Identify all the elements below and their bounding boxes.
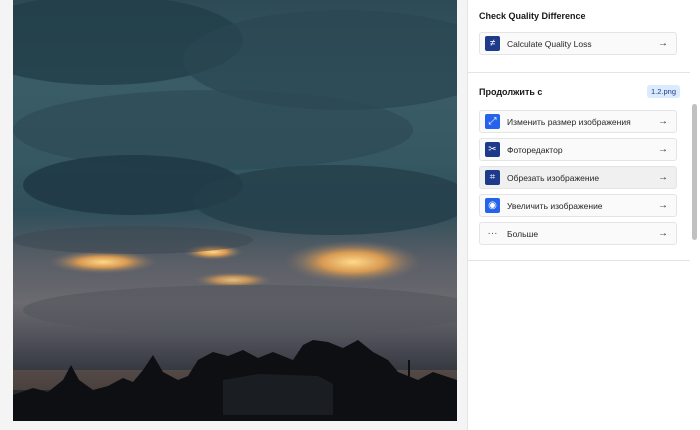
calculate-quality-loss-button[interactable]: ≠ Calculate Quality Loss → (479, 32, 677, 55)
sunset-sky-photo (13, 0, 457, 421)
action-label: Изменить размер изображения (507, 116, 631, 127)
app-window: Check Quality Difference ≠ Calculate Qua… (0, 0, 700, 430)
tools-panel: Check Quality Difference ≠ Calculate Qua… (467, 0, 691, 430)
resize-icon: ⤢ (485, 114, 500, 129)
quality-section: Check Quality Difference ≠ Calculate Qua… (468, 0, 691, 73)
quality-section-title: Check Quality Difference (479, 11, 586, 21)
crop-icon: ⌗ (485, 170, 500, 185)
action-label: Обрезать изображение (507, 172, 600, 183)
arrow-right-icon: → (658, 172, 668, 183)
continue-section-title: Продолжить с (479, 86, 543, 97)
image-preview[interactable] (13, 0, 457, 421)
action-label: Увеличить изображение (507, 200, 603, 211)
crop-image-button[interactable]: ⌗ Обрезать изображение → (479, 166, 677, 189)
upscale-image-button[interactable]: ◉ Увеличить изображение → (479, 194, 677, 217)
arrow-right-icon: → (658, 200, 668, 211)
action-label: Больше (507, 228, 539, 239)
resize-image-button[interactable]: ⤢ Изменить размер изображения → (479, 110, 677, 133)
arrow-right-icon: → (658, 228, 668, 239)
action-label: Фоторедактор (507, 144, 563, 155)
more-icon: ··· (487, 228, 498, 239)
image-viewer (0, 0, 466, 430)
photo-editor-icon: ✂ (485, 142, 500, 157)
continue-section: Продолжить с 1.2.png ⤢ Изменить размер и… (468, 73, 691, 261)
arrow-right-icon: → (658, 116, 668, 127)
more-button[interactable]: ··· Больше → (479, 222, 677, 245)
arrow-right-icon: → (658, 38, 668, 49)
scrollbar-thumb[interactable] (692, 104, 697, 240)
not-equal-icon: ≠ (485, 36, 500, 51)
arrow-right-icon: → (658, 144, 668, 155)
eye-icon: ◉ (485, 198, 500, 213)
photo-editor-button[interactable]: ✂ Фоторедактор → (479, 138, 677, 161)
action-label: Calculate Quality Loss (507, 38, 592, 49)
file-name-badge: 1.2.png (646, 85, 680, 98)
